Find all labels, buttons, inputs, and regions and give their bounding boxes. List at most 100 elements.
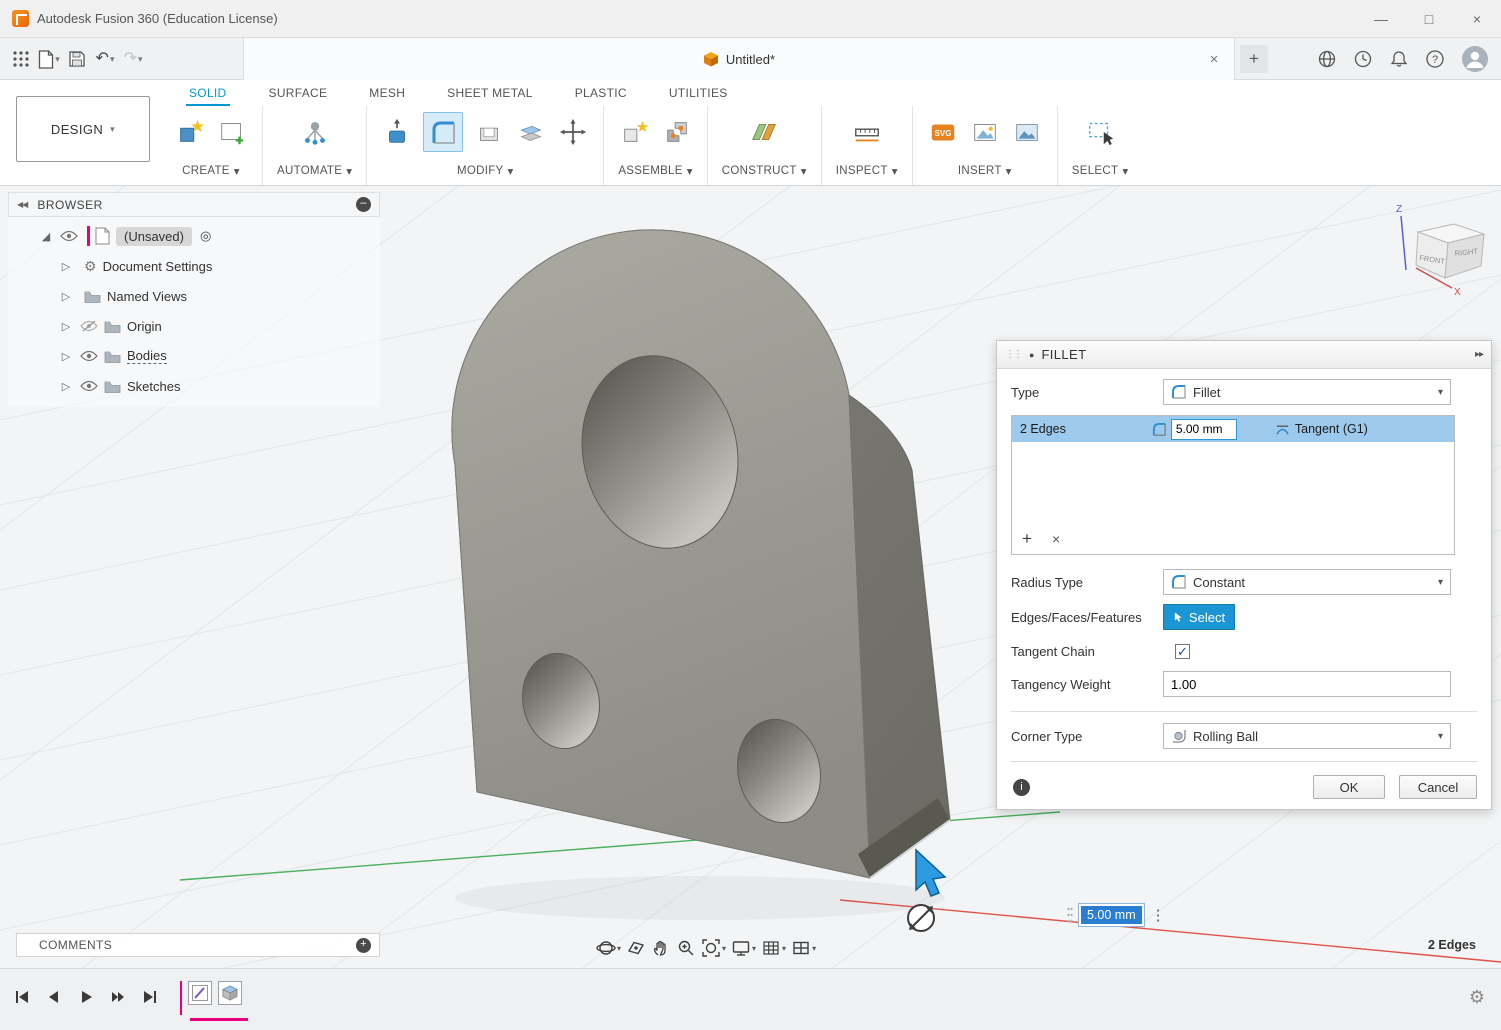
browser-minimize-icon[interactable]: – — [356, 197, 371, 212]
continuity-value[interactable]: Tangent (G1) — [1295, 422, 1368, 436]
save-button[interactable] — [64, 44, 90, 74]
shell-icon[interactable] — [473, 116, 505, 148]
floating-radius-value[interactable]: 5.00 mm — [1081, 906, 1142, 924]
joint-icon[interactable] — [661, 116, 693, 148]
browser-root-row[interactable]: ◢ (Unsaved) ◎ — [8, 221, 380, 251]
expander-icon[interactable]: ▷ — [58, 320, 74, 333]
tab-utilities[interactable]: UTILITIES — [666, 86, 731, 106]
timeline-gear-icon[interactable]: ⚙ — [1469, 987, 1485, 1008]
fillet-dialog-header[interactable]: ⋮⋮ ● FILLET ▸▸ — [997, 341, 1491, 369]
insert-canvas-icon[interactable] — [1011, 116, 1043, 148]
group-label-create[interactable]: CREATE▾ — [182, 164, 240, 178]
viewports-icon[interactable]: ▾ — [791, 938, 816, 958]
press-pull-icon[interactable] — [381, 116, 413, 148]
cancel-button[interactable]: Cancel — [1399, 775, 1477, 799]
browser-item-origin[interactable]: ▷ Origin — [8, 311, 380, 341]
radius-type-dropdown[interactable]: Constant ▾ — [1163, 569, 1451, 595]
fillet-tool-icon[interactable] — [423, 112, 463, 152]
display-settings-icon[interactable]: ▾ — [731, 938, 756, 958]
extensions-globe-icon[interactable] — [1317, 49, 1337, 69]
ok-button[interactable]: OK — [1313, 775, 1385, 799]
new-tab-button[interactable]: + — [1240, 45, 1268, 73]
floating-radius-input[interactable]: 5.00 mm — [1078, 903, 1145, 927]
file-menu-button[interactable]: ▾ — [36, 44, 62, 74]
tab-solid[interactable]: SOLID — [186, 86, 230, 106]
tab-mesh[interactable]: MESH — [366, 86, 408, 106]
insert-decal-icon[interactable] — [969, 116, 1001, 148]
measure-icon[interactable] — [851, 116, 883, 148]
eye-icon[interactable] — [60, 230, 78, 242]
browser-item-document-settings[interactable]: ▷ ⚙ Document Settings — [8, 251, 380, 281]
tab-close-icon[interactable]: × — [1204, 49, 1224, 69]
radius-input[interactable] — [1171, 419, 1237, 440]
expander-icon[interactable]: ▷ — [58, 380, 74, 393]
group-label-insert[interactable]: INSERT▾ — [958, 164, 1012, 178]
browser-item-named-views[interactable]: ▷ Named Views — [8, 281, 380, 311]
collapse-panel-icon[interactable]: ◀◀ — [17, 200, 27, 209]
dialog-expand-icon[interactable]: ▸▸ — [1475, 349, 1483, 360]
fit-icon[interactable]: ▾ — [701, 938, 726, 958]
drag-grip-icon[interactable] — [1066, 904, 1074, 926]
kebab-menu-icon[interactable]: ⋮ — [1151, 906, 1166, 924]
workspace-design-button[interactable]: DESIGN ▾ — [16, 96, 150, 162]
item-label[interactable]: Origin — [127, 319, 162, 334]
view-cube[interactable]: Z X FRONT RIGHT — [1392, 198, 1497, 303]
dialog-grip-icon[interactable]: ⋮⋮ — [1005, 349, 1021, 360]
timeline-go-to-start-button[interactable] — [12, 987, 32, 1007]
timeline-step-back-button[interactable] — [44, 987, 64, 1007]
group-label-modify[interactable]: MODIFY▾ — [457, 164, 514, 178]
select-tool-icon[interactable] — [1084, 116, 1116, 148]
comments-bar[interactable]: COMMENTS + — [16, 933, 380, 957]
undo-button[interactable]: ↶ ▾ — [92, 44, 118, 74]
timeline-playhead[interactable] — [180, 981, 182, 1015]
app-grid-menu-icon[interactable] — [8, 44, 34, 74]
insert-svg-icon[interactable]: SVG — [927, 116, 959, 148]
grid-settings-icon[interactable]: ▾ — [761, 938, 786, 958]
pan-icon[interactable] — [651, 938, 671, 958]
corner-type-dropdown[interactable]: Rolling Ball ▾ — [1163, 723, 1451, 749]
add-edge-set-icon[interactable]: + — [1022, 529, 1032, 549]
help-icon[interactable]: ? — [1425, 49, 1445, 69]
group-label-construct[interactable]: CONSTRUCT▾ — [722, 164, 807, 178]
item-label[interactable]: Document Settings — [103, 259, 213, 274]
maximize-button[interactable]: □ — [1405, 0, 1453, 38]
redo-button[interactable]: ↷ ▾ — [120, 44, 146, 74]
eye-icon[interactable] — [80, 380, 98, 392]
create-sketch-icon[interactable] — [216, 116, 248, 148]
add-comment-icon[interactable]: + — [356, 938, 371, 953]
assemble-component-icon[interactable] — [619, 116, 651, 148]
zoom-icon[interactable] — [676, 938, 696, 958]
group-label-assemble[interactable]: ASSEMBLE▾ — [618, 164, 692, 178]
split-body-icon[interactable] — [515, 116, 547, 148]
browser-item-bodies[interactable]: ▷ Bodies — [8, 341, 380, 371]
group-label-select[interactable]: SELECT▾ — [1072, 164, 1129, 178]
root-expander-icon[interactable]: ◢ — [38, 230, 54, 243]
timeline-go-to-end-button[interactable] — [140, 987, 160, 1007]
minimize-button[interactable]: — — [1357, 0, 1405, 38]
select-button[interactable]: Select — [1163, 604, 1235, 630]
document-root-label[interactable]: (Unsaved) — [116, 227, 192, 246]
user-avatar[interactable] — [1461, 45, 1489, 73]
expander-icon[interactable]: ▷ — [58, 350, 74, 363]
look-at-icon[interactable] — [626, 938, 646, 958]
notifications-bell-icon[interactable] — [1389, 49, 1409, 69]
item-label[interactable]: Named Views — [107, 289, 187, 304]
edge-set-row[interactable]: 2 Edges Tangent (G1) — [1012, 416, 1454, 442]
automate-icon[interactable] — [299, 116, 331, 148]
eye-icon[interactable] — [80, 350, 98, 362]
item-label[interactable]: Sketches — [127, 379, 180, 394]
move-copy-icon[interactable] — [557, 116, 589, 148]
document-tab[interactable]: Untitled* — [244, 38, 1234, 80]
remove-edge-set-icon[interactable]: × — [1052, 531, 1060, 547]
tangency-weight-input[interactable] — [1163, 671, 1451, 697]
edge-selection-table[interactable]: 2 Edges Tangent (G1) + × — [1011, 415, 1455, 555]
timeline-play-button[interactable] — [76, 987, 96, 1007]
job-status-clock-icon[interactable] — [1353, 49, 1373, 69]
orbit-icon[interactable]: ▾ — [596, 938, 621, 958]
tab-plastic[interactable]: PLASTIC — [572, 86, 630, 106]
tangent-chain-checkbox[interactable]: ✓ — [1175, 644, 1190, 659]
eye-off-icon[interactable] — [80, 320, 98, 332]
tab-surface[interactable]: SURFACE — [266, 86, 331, 106]
timeline-sketch-feature[interactable] — [188, 981, 212, 1005]
timeline-extrude-feature[interactable] — [218, 981, 242, 1005]
